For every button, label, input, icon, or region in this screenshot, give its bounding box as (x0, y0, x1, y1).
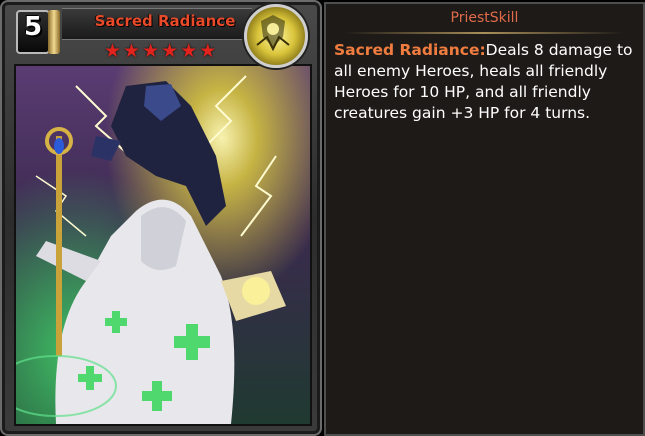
star-icon: ★ (104, 40, 122, 62)
skill-card[interactable]: Sacred Radiance ★ ★ ★ ★ ★ ★ 5 (0, 0, 322, 436)
mana-cost-value: 5 (23, 12, 43, 42)
mana-cost-badge: 5 (8, 6, 60, 54)
star-icon: ★ (161, 40, 179, 62)
card-artwork (14, 64, 312, 426)
skill-name: Sacred Radiance: (334, 41, 486, 59)
star-icon: ★ (199, 40, 217, 62)
card-name: Sacred Radiance (94, 12, 236, 30)
star-icon: ★ (180, 40, 198, 62)
skill-description: Sacred Radiance:Deals 8 damage to all en… (334, 40, 634, 124)
star-icon: ★ (123, 40, 141, 62)
title-divider (344, 32, 624, 34)
star-icon: ★ (142, 40, 160, 62)
tooltip-title: PriestSkill (450, 10, 519, 26)
skill-tooltip: PriestSkill Sacred Radiance:Deals 8 dama… (324, 2, 645, 436)
priest-emblem-icon (244, 4, 308, 68)
star-rating: ★ ★ ★ ★ ★ ★ (104, 40, 216, 62)
